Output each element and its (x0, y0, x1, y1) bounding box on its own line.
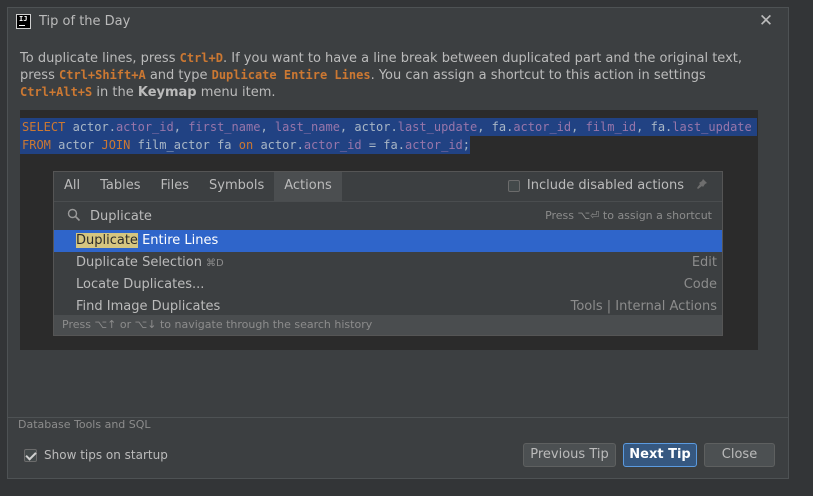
intellij-app-icon: IJ (16, 14, 31, 29)
tip-text-segment: in the (92, 85, 138, 100)
show-tips-label: Show tips on startup (44, 448, 168, 462)
tip-of-the-day-dialog: IJ Tip of the Day ✕ To duplicate lines, … (7, 7, 789, 479)
search-input[interactable] (90, 206, 410, 226)
code-line-2: FROM actor JOIN film_actor fa on actor.a… (20, 136, 470, 154)
search-icon (67, 208, 81, 222)
include-disabled-actions[interactable]: Include disabled actions (507, 178, 684, 193)
tab-tables[interactable]: Tables (90, 172, 150, 201)
tab-all[interactable]: All (54, 172, 90, 201)
window-title: Tip of the Day (39, 14, 131, 29)
close-icon[interactable]: ✕ (758, 13, 774, 30)
tip-shortcut: Ctrl+D (179, 51, 223, 65)
show-tips-on-startup[interactable]: Show tips on startup (24, 448, 168, 462)
action-shortcut: ⌘D (205, 258, 224, 269)
tip-text-segment: . You can assign a shortcut to this acti… (370, 68, 706, 83)
assign-shortcut-hint: Press ⌥⏎ to assign a shortcut (545, 209, 712, 222)
tab-files[interactable]: Files (151, 172, 200, 201)
code-token: last_update (672, 120, 752, 134)
code-token: actor_id (303, 138, 362, 152)
search-tabs: All Tables Files Symbols Actions (54, 172, 342, 201)
code-token: ; (462, 138, 470, 152)
tip-text-segment: menu item. (196, 85, 276, 100)
code-token: = fa. (361, 138, 405, 152)
code-token: actor (58, 138, 102, 152)
list-item[interactable]: Duplicate Selection ⌘D Edit (54, 252, 722, 274)
match-highlight: Duplicate (76, 233, 138, 248)
code-line-1: SELECT actor.actor_id, first_name, last_… (20, 118, 757, 136)
code-token: last_name (274, 120, 340, 134)
tab-symbols[interactable]: Symbols (199, 172, 274, 201)
code-token: actor_id (115, 120, 174, 134)
code-token: actor_id (513, 120, 572, 134)
action-name: Entire Lines (137, 233, 219, 248)
previous-tip-button[interactable]: Previous Tip (523, 443, 616, 467)
tab-actions[interactable]: Actions (274, 172, 342, 201)
code-token: , (571, 120, 586, 134)
action-name: Find Image Duplicates (76, 299, 221, 314)
code-token: actor_id (404, 138, 463, 152)
code-token: first_name (188, 120, 261, 134)
navigation-hint: Press ⌥↑ or ⌥↓ to navigate through the s… (54, 315, 722, 335)
action-group: Code (683, 277, 717, 292)
code-token: , fa. (477, 120, 514, 134)
action-group: Edit (691, 255, 717, 270)
code-token: , fa. (636, 120, 673, 134)
code-token: last_update (397, 120, 478, 134)
code-token: , actor. (339, 120, 398, 134)
code-token: , (260, 120, 275, 134)
list-item[interactable]: Locate Duplicates... Code (54, 274, 722, 296)
code-token: film_actor fa (137, 138, 239, 152)
list-item[interactable]: Duplicate Entire Lines (54, 230, 722, 252)
tip-shortcut: Ctrl+Alt+S (20, 85, 93, 99)
tip-menu-name: Keymap (137, 85, 197, 100)
code-token: SELECT (22, 120, 73, 134)
code-token: , (173, 120, 189, 134)
tip-shortcut: Duplicate Entire Lines (211, 68, 371, 82)
include-disabled-label: Include disabled actions (526, 178, 684, 193)
tip-text-segment: and type (145, 68, 212, 83)
code-token: FROM (22, 138, 59, 152)
tip-source: Database Tools and SQL (18, 418, 151, 431)
results-list: Duplicate Entire Lines Duplicate Selectio… (54, 230, 722, 318)
close-button[interactable]: Close (704, 443, 775, 467)
tip-illustration: SELECT actor.actor_id, first_name, last_… (20, 110, 758, 350)
code-token: film_id (585, 120, 637, 134)
code-token: on (238, 138, 261, 152)
tip-shortcut: Ctrl+Shift+A (59, 68, 146, 82)
tip-text: To duplicate lines, press Ctrl+D. If you… (20, 50, 780, 101)
title-bar: IJ Tip of the Day ✕ (8, 8, 788, 36)
search-row: Press ⌥⏎ to assign a shortcut (54, 201, 722, 230)
next-tip-button[interactable]: Next Tip (623, 443, 697, 467)
show-tips-checkbox[interactable] (24, 448, 37, 462)
code-token: JOIN (101, 138, 138, 152)
code-token: actor. (260, 138, 304, 152)
include-disabled-checkbox[interactable] (507, 179, 520, 192)
pin-icon[interactable] (696, 178, 708, 194)
action-name: Duplicate Selection (76, 255, 202, 270)
code-token: actor. (72, 120, 116, 134)
tip-text-segment: To duplicate lines, press (20, 51, 180, 66)
search-everywhere-popup: All Tables Files Symbols Actions Include dis… (53, 171, 723, 336)
action-name: Locate Duplicates... (76, 277, 205, 292)
